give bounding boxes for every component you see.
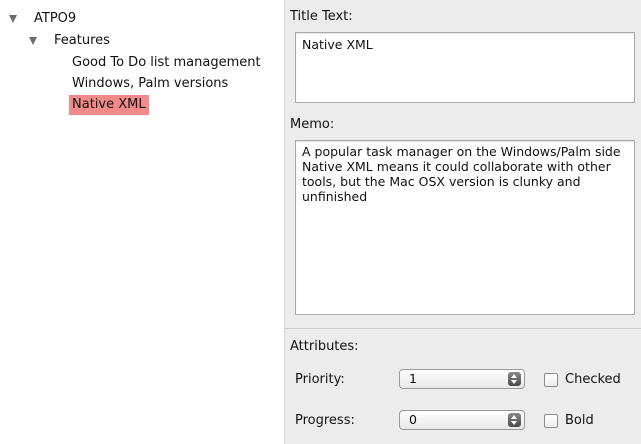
priority-value: 1	[409, 371, 417, 386]
memo-text-area[interactable]: A popular task manager on the Windows/Pa…	[295, 140, 635, 315]
outline-item-native-xml-selected[interactable]: Native XML	[69, 95, 149, 115]
inspector-pane: Title Text: Native XML Memo: A popular t…	[284, 0, 641, 444]
section-divider	[285, 328, 641, 329]
app-window: ATPO9 Features Good To Do list managemen…	[0, 0, 641, 444]
outline-item-good-to-do[interactable]: Good To Do list management	[72, 53, 261, 73]
checked-label: Checked	[565, 372, 621, 387]
outline-item-label: Features	[54, 33, 110, 48]
popup-arrows-icon	[508, 372, 521, 386]
outline-item-label: Windows, Palm versions	[72, 76, 229, 91]
title-text-label: Title Text:	[290, 9, 353, 24]
progress-label: Progress:	[295, 413, 355, 428]
progress-select[interactable]: 0	[399, 410, 525, 430]
attributes-label: Attributes:	[290, 339, 359, 354]
outline-item-label: Good To Do list management	[72, 55, 261, 70]
bold-label: Bold	[565, 413, 594, 428]
title-text-field[interactable]: Native XML	[295, 32, 635, 103]
progress-value: 0	[409, 412, 417, 427]
disclosure-triangle-icon[interactable]	[29, 37, 37, 45]
popup-arrows-icon	[508, 413, 521, 427]
priority-select[interactable]: 1	[399, 369, 525, 389]
outline-item-windows-palm[interactable]: Windows, Palm versions	[72, 74, 228, 94]
checkbox-box[interactable]	[544, 372, 558, 387]
outline-item-features[interactable]: Features	[29, 31, 110, 51]
memo-label: Memo:	[290, 117, 335, 132]
checked-checkbox[interactable]: Checked	[544, 372, 621, 387]
outline-item-root[interactable]: ATPO9	[9, 9, 77, 29]
disclosure-triangle-icon[interactable]	[9, 15, 17, 23]
outline-pane: ATPO9 Features Good To Do list managemen…	[0, 0, 280, 444]
outline-item-label: ATPO9	[34, 11, 77, 26]
priority-label: Priority:	[295, 372, 345, 387]
checkbox-box[interactable]	[544, 413, 558, 428]
outline-item-label: Native XML	[72, 97, 146, 112]
bold-checkbox[interactable]: Bold	[544, 413, 594, 428]
